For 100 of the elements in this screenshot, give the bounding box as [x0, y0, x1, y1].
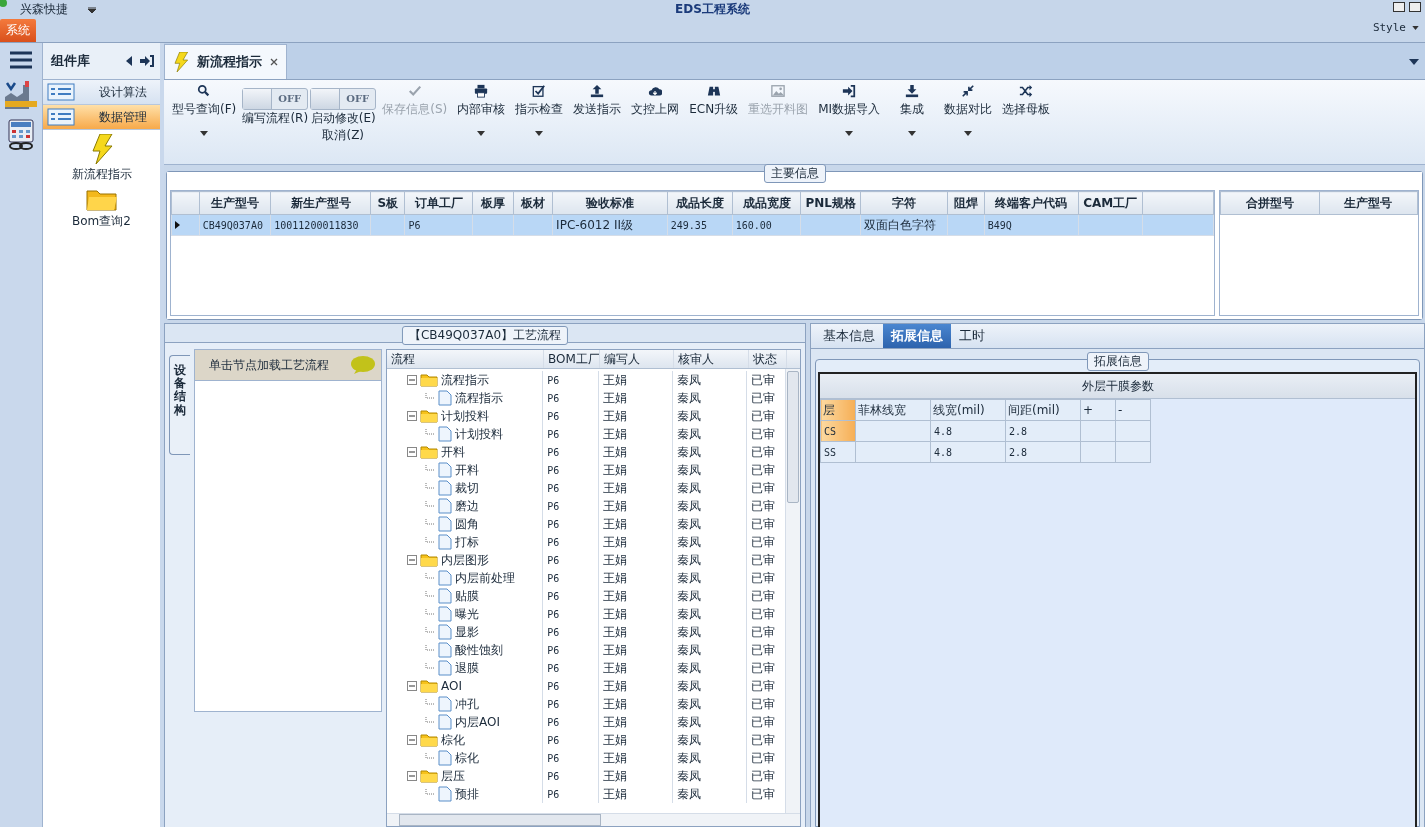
toolbar-button[interactable]: 指示检查 — [511, 82, 568, 138]
collapse-icon[interactable] — [407, 555, 417, 565]
column-header[interactable]: CAM工厂 — [1078, 191, 1142, 215]
dropdown-caret-icon[interactable] — [908, 131, 917, 136]
column-header[interactable]: 板材 — [513, 191, 553, 215]
column-header[interactable]: 层 — [820, 399, 856, 421]
toolbar-button[interactable]: 数据对比 — [940, 82, 997, 138]
vertical-tab[interactable]: 设备结构 — [169, 355, 190, 455]
tree-node[interactable]: 计划投料 — [407, 407, 489, 425]
toggle-switch[interactable]: OFF — [242, 88, 309, 110]
column-header[interactable]: 成品长度 — [667, 191, 733, 215]
toolbar-button[interactable]: 集成 — [886, 82, 939, 138]
close-icon[interactable] — [270, 58, 278, 66]
tab[interactable]: 工时 — [951, 324, 993, 348]
sidebar-item[interactable]: 设计算法 — [43, 80, 160, 105]
column-header[interactable]: 字符 — [860, 191, 948, 215]
toolbar-button[interactable]: 内部审核 — [453, 82, 510, 138]
column-header[interactable]: 核审人 — [674, 350, 749, 368]
scrollbar[interactable] — [785, 369, 800, 813]
toolbar-button[interactable]: 发送指示 — [569, 82, 626, 120]
dropdown-caret-icon[interactable] — [200, 131, 209, 136]
tree-node[interactable]: 显影 — [425, 623, 479, 641]
column-header[interactable]: 编写人 — [600, 350, 674, 368]
tree-node[interactable]: 棕化 — [425, 749, 479, 767]
column-header[interactable]: 生产型号 — [199, 191, 271, 215]
tree-node[interactable]: 内层AOI — [425, 713, 500, 731]
tree-node[interactable]: 棕化 — [407, 731, 465, 749]
sidebar-item[interactable]: 数据管理 — [43, 105, 160, 130]
tree-node[interactable]: 冲孔 — [425, 695, 479, 713]
tab-list-caret-icon[interactable] — [1409, 59, 1419, 65]
collapse-icon[interactable] — [407, 447, 417, 457]
factory-icon[interactable] — [5, 79, 37, 109]
collapse-icon[interactable] — [407, 735, 417, 745]
toggle-switch[interactable]: OFF — [310, 88, 377, 110]
shortcut-item[interactable]: 新流程指示 — [43, 134, 160, 183]
tree-node[interactable]: 内层图形 — [407, 551, 489, 569]
tree-node[interactable]: AOI — [407, 679, 462, 693]
tree-node[interactable]: 贴膜 — [425, 587, 479, 605]
tree-node[interactable]: 流程指示 — [407, 371, 489, 389]
tree-node[interactable]: 开料 — [407, 443, 465, 461]
document-tab[interactable]: 新流程指示 — [164, 44, 287, 79]
column-header[interactable]: - — [1115, 399, 1151, 421]
column-header[interactable]: 合拼型号 — [1220, 191, 1319, 215]
style-menu[interactable]: Style — [1372, 21, 1419, 34]
column-header[interactable]: 阻焊 — [947, 191, 985, 215]
toolbar-button[interactable]: ECN升级 — [685, 82, 743, 120]
row-header[interactable]: CS — [820, 420, 856, 442]
dropdown-caret-icon[interactable] — [964, 131, 973, 136]
tree-node[interactable]: 磨边 — [425, 497, 479, 515]
tree-node[interactable]: 内层前处理 — [425, 569, 515, 587]
column-header[interactable]: 板厚 — [472, 191, 514, 215]
shortcut-item[interactable]: Bom查询2 — [43, 187, 160, 230]
tree-node[interactable]: 圆角 — [425, 515, 479, 533]
column-header[interactable]: 订单工厂 — [404, 191, 473, 215]
column-header[interactable]: BOM工厂 — [544, 350, 600, 368]
tree-node[interactable]: 预排 — [425, 785, 479, 803]
tree-node[interactable]: 开料 — [425, 461, 479, 479]
collapse-icon[interactable] — [407, 771, 417, 781]
checkbox-icon — [532, 84, 547, 98]
collapse-icon[interactable] — [407, 411, 417, 421]
toolbar-button[interactable]: 型号查询(F) — [168, 82, 241, 138]
toolbar-button[interactable]: 文控上网 — [627, 82, 684, 120]
column-header[interactable]: 菲林线宽 — [855, 399, 931, 421]
tree-node[interactable]: 打标 — [425, 533, 479, 551]
column-header[interactable]: + — [1080, 399, 1116, 421]
tree-node[interactable]: 裁切 — [425, 479, 479, 497]
restore-button[interactable] — [1409, 2, 1421, 12]
column-header[interactable]: 间距(mil) — [1005, 399, 1081, 421]
scrollbar[interactable] — [387, 813, 800, 826]
collapse-icon[interactable] — [407, 375, 417, 385]
column-header[interactable]: S板 — [370, 191, 405, 215]
menu-icon[interactable] — [10, 51, 32, 69]
column-header[interactable]: 状态 — [749, 350, 787, 368]
tab[interactable]: 基本信息 — [815, 324, 883, 348]
column-header[interactable]: 生产型号 — [1319, 191, 1418, 215]
column-header[interactable]: PNL规格 — [800, 191, 861, 215]
column-header[interactable]: 成品宽度 — [732, 191, 801, 215]
sign-in-icon[interactable] — [140, 55, 154, 67]
dropdown-caret-icon[interactable] — [535, 131, 544, 136]
tree-node[interactable]: 退膜 — [425, 659, 479, 677]
collapse-icon[interactable] — [407, 681, 417, 691]
column-header[interactable]: 线宽(mil) — [930, 399, 1006, 421]
tree-node[interactable]: 酸性蚀刻 — [425, 641, 503, 659]
dropdown-caret-icon[interactable] — [845, 131, 854, 136]
column-header[interactable]: 新生产型号 — [270, 191, 371, 215]
toolbar-button[interactable]: MI数据导入 — [814, 82, 885, 138]
minimize-button[interactable] — [1393, 2, 1405, 12]
column-header[interactable]: 终端客户代码 — [984, 191, 1079, 215]
dropdown-caret-icon[interactable] — [477, 131, 486, 136]
column-header[interactable]: 流程 — [387, 350, 544, 368]
tree-node[interactable]: 曝光 — [425, 605, 479, 623]
calculator-icon[interactable] — [7, 119, 35, 151]
column-header[interactable]: 验收标准 — [552, 191, 668, 215]
tree-node[interactable]: 流程指示 — [425, 389, 503, 407]
row-header[interactable]: SS — [820, 441, 856, 463]
toolbar-button[interactable]: 选择母板 — [998, 82, 1055, 120]
tree-node[interactable]: 计划投料 — [425, 425, 503, 443]
tree-node[interactable]: 层压 — [407, 767, 465, 785]
collapse-left-icon[interactable] — [126, 56, 132, 66]
tab[interactable]: 拓展信息 — [883, 324, 951, 348]
